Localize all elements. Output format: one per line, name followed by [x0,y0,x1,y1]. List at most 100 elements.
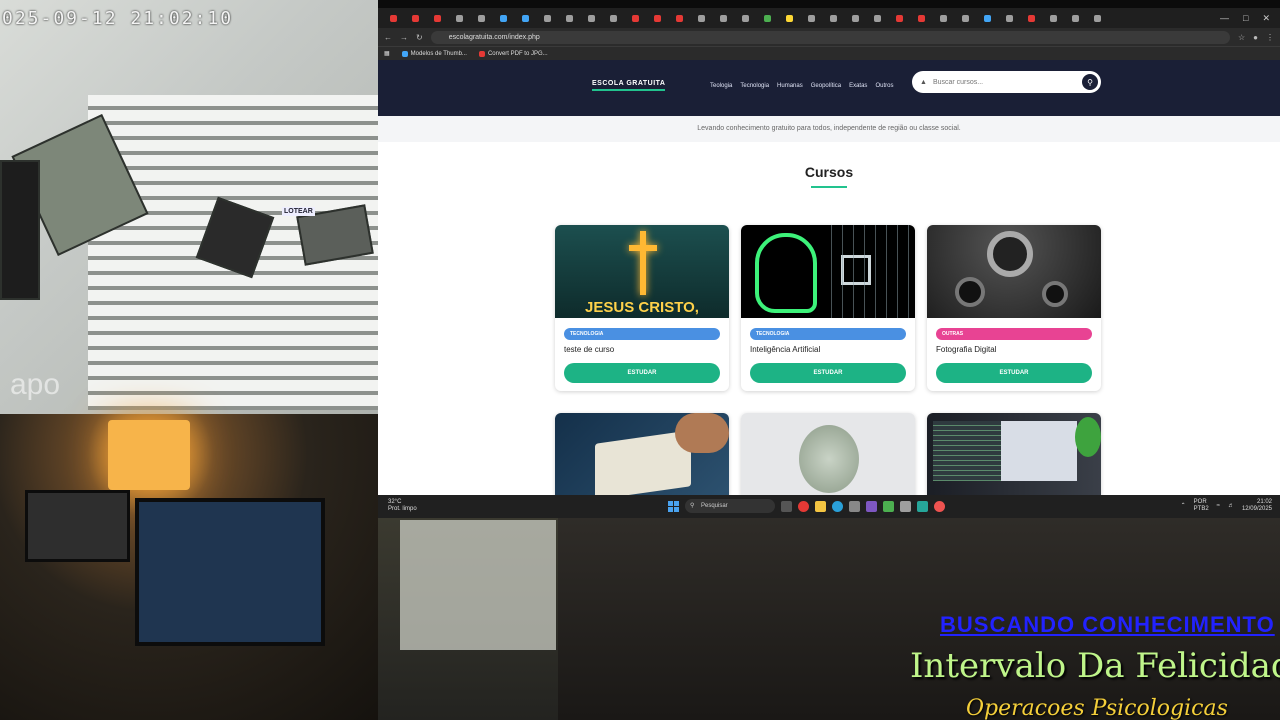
browser-tab[interactable] [626,11,645,25]
app-icon[interactable] [934,500,945,512]
browser-tab[interactable] [824,11,843,25]
nav-item-teologia[interactable]: Teologia [710,83,732,89]
browser-tab[interactable] [758,11,777,25]
hand-shape [675,413,729,453]
forward-icon[interactable]: → [400,33,408,42]
course-image [555,413,729,495]
tab-favicon-icon [478,14,485,22]
bookmark-star-icon[interactable]: ☆ [1238,33,1245,42]
app-icon[interactable] [866,500,877,512]
browser-tab[interactable] [956,11,975,25]
browser-tab[interactable] [472,11,491,25]
browser-tab[interactable] [868,11,887,25]
cross-icon [629,231,657,295]
windows-start-icon[interactable] [668,500,679,512]
profile-icon[interactable]: ● [1253,33,1258,42]
browser-tab[interactable] [406,11,425,25]
section-title: Cursos [804,164,854,180]
close-icon[interactable]: ✕ [1262,13,1270,24]
tab-favicon-icon [500,14,507,22]
browser-tab[interactable] [516,11,535,25]
browser-tab[interactable] [538,11,557,25]
study-button[interactable]: ESTUDAR [564,363,720,383]
browser-tab[interactable] [934,11,953,25]
browser-tab[interactable] [428,11,447,25]
store-icon[interactable] [849,500,860,512]
nav-item-humanas[interactable]: Humanas [777,83,803,89]
menu-icon[interactable]: ⋮ [1266,33,1274,42]
bookmark-item[interactable]: Modelos de Thumb... [401,50,467,57]
browser-tab[interactable] [494,11,513,25]
course-card[interactable]: JESUS CRISTO, TECNOLOGIA teste de curso … [555,225,729,391]
app-icon[interactable] [917,500,928,512]
browser-tab[interactable] [450,11,469,25]
edge-icon[interactable] [832,500,843,512]
browser-tab[interactable] [802,11,821,25]
back-icon[interactable]: ← [384,33,392,42]
task-view-icon[interactable] [781,500,792,512]
minimize-icon[interactable]: — [1220,13,1229,24]
shop-sign: LOTEAR [282,207,315,216]
browser-tab[interactable] [560,11,579,25]
bookmark-item[interactable]: Convert PDF to JPG... [478,50,548,57]
clock[interactable]: 21:02 12/09/2025 [1242,499,1272,513]
nav-item-tecnologia[interactable]: Tecnologia [740,83,769,89]
browser-tab[interactable] [604,11,623,25]
app-icon[interactable] [883,500,894,512]
reload-icon[interactable]: ↻ [416,33,423,42]
course-card[interactable] [555,413,729,495]
language-indicator[interactable]: POR PTB2 [1194,499,1209,513]
site-logo[interactable]: ESCOLA GRATUITA [592,80,666,91]
course-card[interactable]: TECNOLOGIA Inteligência Artificial ESTUD… [741,225,915,391]
browser-tab[interactable] [384,11,403,25]
ai-head-icon [755,233,817,313]
maximize-icon[interactable]: □ [1243,13,1248,24]
course-name: Inteligência Artificial [750,345,821,354]
browser-tab[interactable] [648,11,667,25]
streaming-monitor [135,498,325,646]
chrome-icon[interactable] [798,500,809,512]
laptop-part [0,160,40,300]
browser-tab[interactable] [912,11,931,25]
browser-tab[interactable] [1088,11,1107,25]
browser-tab[interactable] [1000,11,1019,25]
volume-icon[interactable]: ♬ [1228,503,1234,510]
file-explorer-icon[interactable] [815,500,826,512]
study-button[interactable]: ESTUDAR [750,363,906,383]
wifi-icon[interactable]: ≈ [1217,503,1220,510]
nav-item-outros[interactable]: Outros [875,83,893,89]
tab-favicon-icon [698,14,705,22]
tab-favicon-icon [544,14,551,22]
browser-tab[interactable] [890,11,909,25]
browser-tab[interactable] [1022,11,1041,25]
tab-favicon-icon [1028,14,1035,22]
nav-item-exatas[interactable]: Exatas [849,83,867,89]
url-input[interactable]: escolagratuita.com/index.php [430,30,1230,44]
chevron-up-icon[interactable]: ⌃ [1181,503,1186,510]
weather-widget[interactable]: 32°C Prot. limpo [388,499,417,513]
course-image [741,413,915,495]
course-search: ▲ ⚲ [912,71,1101,93]
browser-tab[interactable] [670,11,689,25]
browser-tab[interactable] [714,11,733,25]
browser-tab[interactable] [846,11,865,25]
browser-tab[interactable] [978,11,997,25]
taskbar-search[interactable]: ⚲ Pesquisar [685,499,775,513]
nav-item-geopolitica[interactable]: Geopolítica [811,83,841,89]
search-button[interactable]: ⚲ [1082,74,1098,90]
overlay-title-green: Intervalo Da Felicidade [910,646,1280,686]
app-icon[interactable] [900,500,911,512]
apps-icon[interactable]: ▦ [384,50,390,57]
course-card[interactable]: OUTRAS Fotografia Digital ESTUDAR [927,225,1101,391]
browser-tab[interactable] [1066,11,1085,25]
study-button[interactable]: ESTUDAR [936,363,1092,383]
course-card[interactable] [927,413,1101,495]
browser-tab[interactable] [582,11,601,25]
category-badge: TECNOLOGIA [564,328,720,340]
search-input[interactable] [932,78,1073,86]
browser-tab[interactable] [736,11,755,25]
course-card[interactable] [741,413,915,495]
browser-tab[interactable] [780,11,799,25]
browser-tab[interactable] [692,11,711,25]
browser-tab[interactable] [1044,11,1063,25]
